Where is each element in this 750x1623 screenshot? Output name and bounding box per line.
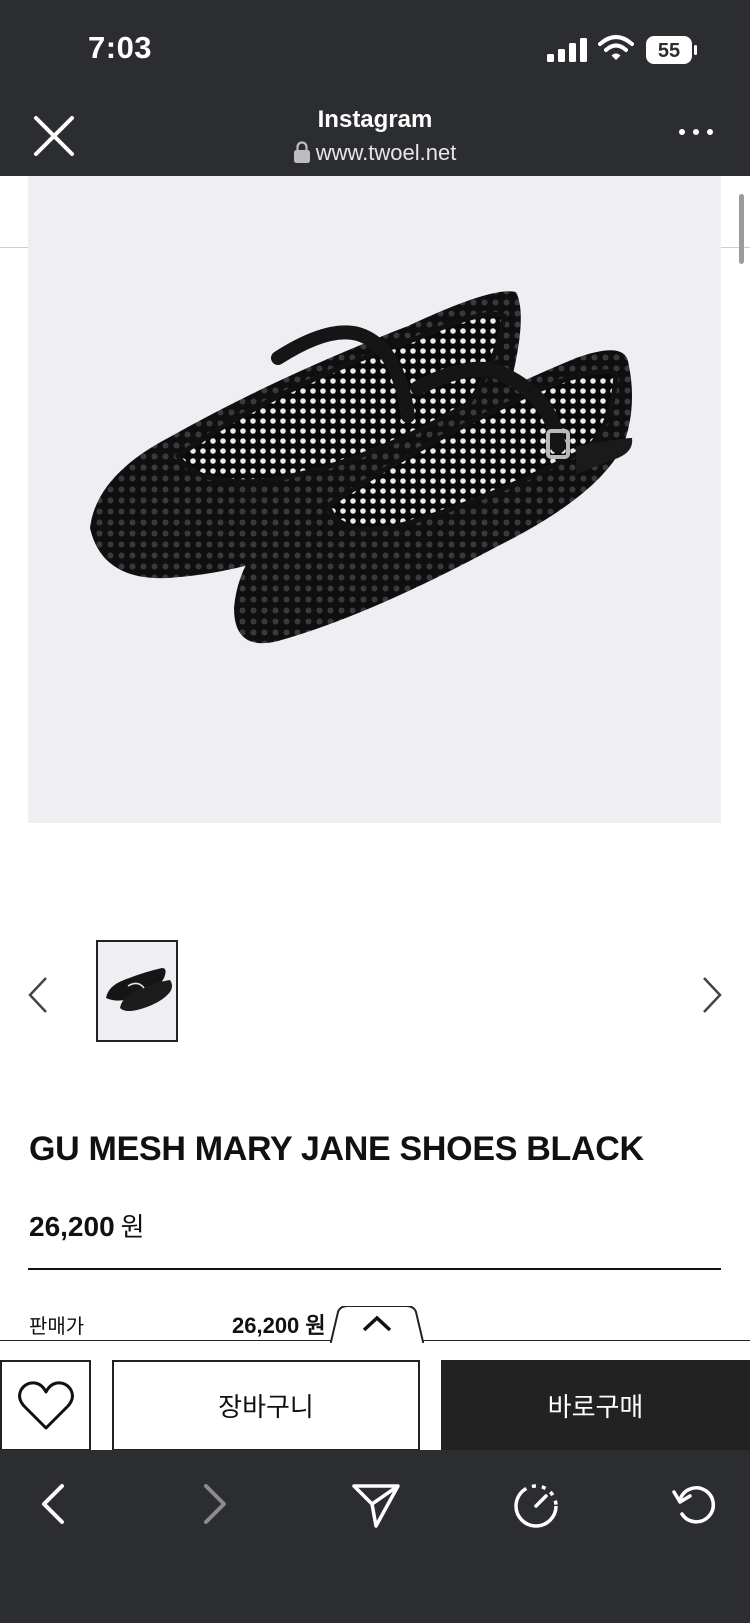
- share-button[interactable]: [348, 1476, 404, 1532]
- price-currency: 원: [120, 1212, 145, 1242]
- timer-button[interactable]: [508, 1476, 564, 1532]
- reload-button[interactable]: [668, 1476, 724, 1532]
- timer-icon: [514, 1484, 558, 1528]
- status-bar: 7:03 55: [0, 0, 750, 100]
- browser-title: Instagram: [317, 106, 433, 133]
- sale-price-label: 판매가: [29, 1316, 85, 1338]
- back-button[interactable]: [26, 1476, 82, 1532]
- wishlist-button[interactable]: [0, 1360, 91, 1451]
- browser-url[interactable]: www.twoel.net: [0, 140, 750, 166]
- status-time: 7:03: [88, 30, 153, 65]
- info-divider: [28, 1268, 721, 1270]
- collapse-handle[interactable]: [328, 1305, 426, 1347]
- mesh-mary-jane-shoes-image: [90, 291, 633, 644]
- forward-icon: [204, 1484, 226, 1524]
- product-main-image: [28, 176, 721, 823]
- in-app-browser-header: Instagram www.twoel.net: [0, 100, 750, 176]
- purchase-bar: 장바구니 바로구매: [0, 1340, 750, 1451]
- more-options-button[interactable]: [676, 122, 716, 142]
- send-icon: [352, 1484, 400, 1528]
- left-edge-divider: [0, 247, 28, 248]
- lock-icon: [293, 141, 310, 163]
- chevron-left-icon: [28, 977, 47, 1013]
- heart-icon: [18, 1381, 74, 1430]
- product-name: GU MESH MARY JANE SHOES BLACK: [29, 1130, 644, 1168]
- browser-url-text: www.twoel.net: [315, 140, 457, 165]
- battery-icon: 55: [646, 36, 697, 64]
- product-price-value: 26,200: [29, 1211, 115, 1242]
- shoes-thumbnail-image: [106, 968, 172, 1011]
- add-to-cart-button[interactable]: 장바구니: [112, 1360, 420, 1451]
- back-icon: [42, 1484, 64, 1524]
- product-price: 26,200 원: [29, 1207, 145, 1244]
- buy-now-button[interactable]: 바로구매: [441, 1360, 750, 1451]
- chevron-up-icon: [328, 1305, 426, 1347]
- sale-price-value: 26,200 원: [232, 1313, 326, 1338]
- battery-indicator: 55: [646, 36, 698, 64]
- battery-level: 55: [658, 40, 680, 62]
- scrollbar[interactable]: [739, 194, 744, 264]
- reload-icon: [672, 1486, 716, 1524]
- product-thumbnail[interactable]: [96, 940, 178, 1042]
- right-edge-divider: [721, 247, 750, 248]
- wifi-icon: [598, 35, 634, 60]
- thumbnail-next-button[interactable]: [698, 974, 726, 1016]
- forward-button[interactable]: [186, 1476, 242, 1532]
- browser-toolbar: [0, 1450, 750, 1623]
- thumbnail-prev-button[interactable]: [24, 974, 52, 1016]
- cellular-signal-icon: [547, 38, 587, 62]
- chevron-right-icon: [703, 977, 722, 1013]
- more-icon: [679, 129, 713, 135]
